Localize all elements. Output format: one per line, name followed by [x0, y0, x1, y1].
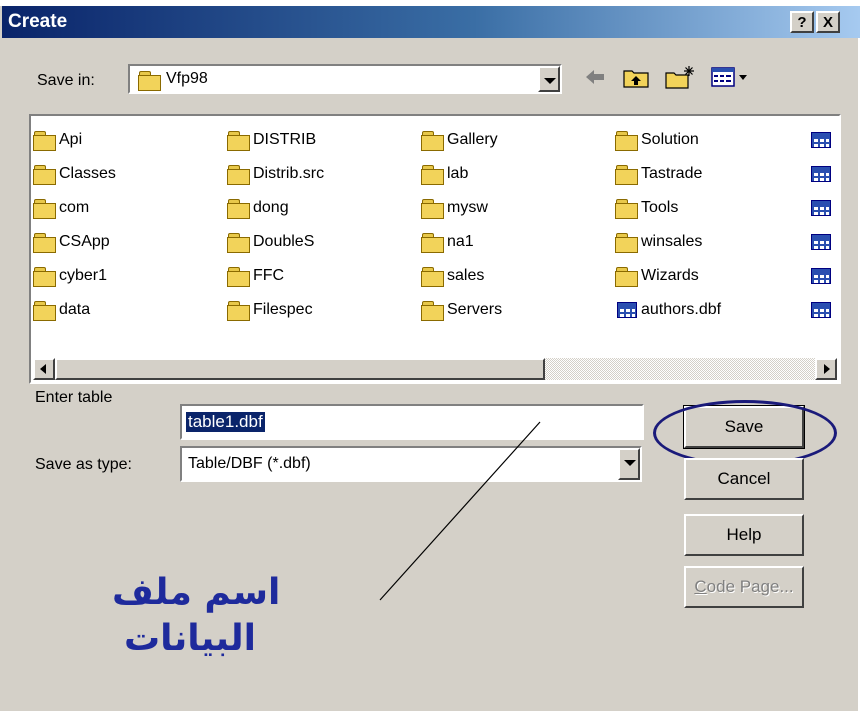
folder-icon — [421, 233, 444, 253]
help-title-button[interactable]: ? — [790, 11, 814, 33]
list-item[interactable]: authors.dbf — [617, 298, 721, 322]
folder-icon — [33, 233, 56, 253]
save-in-label: Save in: — [37, 72, 95, 89]
folder-icon — [615, 267, 638, 287]
back-arrow-icon[interactable] — [582, 64, 608, 90]
folder-icon — [227, 233, 250, 253]
table-icon — [811, 268, 831, 284]
folder-icon — [227, 199, 250, 219]
folder-icon — [138, 71, 161, 91]
table-icon — [811, 132, 831, 148]
list-item[interactable]: Wizards — [615, 264, 699, 288]
folder-icon — [615, 131, 638, 151]
new-folder-icon[interactable] — [664, 64, 696, 90]
list-item[interactable]: Api — [33, 128, 82, 152]
list-item[interactable]: Servers — [421, 298, 502, 322]
list-item[interactable] — [811, 230, 831, 254]
create-dialog: Create ? X Save in: Vfp98 Api Classes co… — [0, 6, 860, 711]
scroll-thumb[interactable] — [55, 358, 545, 380]
folder-icon — [615, 233, 638, 253]
list-item[interactable]: data — [33, 298, 90, 322]
folder-icon — [33, 165, 56, 185]
list-item[interactable] — [811, 128, 831, 152]
file-list[interactable]: Api Classes com CSApp cyber1 data DISTRI… — [29, 114, 841, 384]
folder-icon — [615, 165, 638, 185]
enter-table-label: Enter table — [35, 389, 113, 406]
list-item[interactable]: Classes — [33, 162, 116, 186]
up-folder-icon[interactable] — [622, 64, 650, 90]
horizontal-scrollbar[interactable] — [33, 358, 837, 380]
save-as-type-value: Table/DBF (*.dbf) — [188, 455, 311, 472]
list-item[interactable]: cyber1 — [33, 264, 107, 288]
scroll-left-button[interactable] — [33, 358, 55, 380]
title-bar: Create ? X — [2, 6, 860, 38]
code-page-button[interactable]: Code Page... — [684, 566, 804, 608]
list-item[interactable]: sales — [421, 264, 484, 288]
save-in-combo[interactable]: Vfp98 — [128, 64, 562, 94]
code-page-label: ode Page... — [706, 577, 794, 596]
annotation-ellipse — [653, 400, 837, 466]
annotation-text-line1: اسم ملف — [112, 572, 281, 613]
list-item[interactable]: lab — [421, 162, 468, 186]
annotation-text-line2: البيانات — [124, 618, 256, 659]
folder-icon — [227, 267, 250, 287]
folder-icon — [615, 199, 638, 219]
dialog-title: Create — [8, 11, 68, 32]
folder-icon — [227, 131, 250, 151]
folder-icon — [33, 267, 56, 287]
cancel-button[interactable]: Cancel — [684, 458, 804, 500]
close-title-button[interactable]: X — [816, 11, 840, 33]
table-icon — [617, 302, 637, 318]
list-item[interactable] — [811, 264, 831, 288]
folder-icon — [33, 131, 56, 151]
folder-icon — [227, 301, 250, 321]
list-item[interactable]: dong — [227, 196, 289, 220]
save-as-type-label: Save as type: — [35, 456, 132, 473]
folder-icon — [227, 165, 250, 185]
table-icon — [811, 234, 831, 250]
help-button[interactable]: Help — [684, 514, 804, 556]
list-item[interactable]: Filespec — [227, 298, 313, 322]
folder-icon — [33, 301, 56, 321]
list-item[interactable]: Tools — [615, 196, 678, 220]
list-item[interactable]: FFC — [227, 264, 284, 288]
scroll-right-button[interactable] — [815, 358, 837, 380]
list-item[interactable]: winsales — [615, 230, 702, 254]
list-item[interactable]: Tastrade — [615, 162, 702, 186]
list-item[interactable] — [811, 298, 831, 322]
code-page-mnemonic: C — [694, 577, 707, 596]
list-item[interactable]: CSApp — [33, 230, 110, 254]
table-icon — [811, 200, 831, 216]
list-item[interactable]: mysw — [421, 196, 488, 220]
list-item[interactable]: com — [33, 196, 89, 220]
table-icon — [811, 302, 831, 318]
folder-icon — [33, 199, 56, 219]
folder-icon — [421, 131, 444, 151]
save-in-dropdown-button[interactable] — [538, 66, 560, 92]
folder-icon — [421, 165, 444, 185]
table-icon — [811, 166, 831, 182]
save-as-type-dropdown-button[interactable] — [618, 448, 640, 480]
list-item[interactable]: Distrib.src — [227, 162, 324, 186]
list-item[interactable] — [811, 162, 831, 186]
list-item[interactable]: Solution — [615, 128, 699, 152]
folder-icon — [421, 301, 444, 321]
folder-icon — [421, 267, 444, 287]
table-name-value: table1.dbf — [186, 412, 265, 432]
folder-icon — [421, 199, 444, 219]
list-item[interactable] — [811, 196, 831, 220]
list-item[interactable]: DISTRIB — [227, 128, 316, 152]
annotation-line — [379, 421, 541, 601]
list-item[interactable]: DoubleS — [227, 230, 314, 254]
list-item[interactable]: na1 — [421, 230, 474, 254]
view-menu-icon[interactable] — [710, 64, 750, 90]
list-item[interactable]: Gallery — [421, 128, 498, 152]
save-in-value: Vfp98 — [166, 70, 208, 87]
